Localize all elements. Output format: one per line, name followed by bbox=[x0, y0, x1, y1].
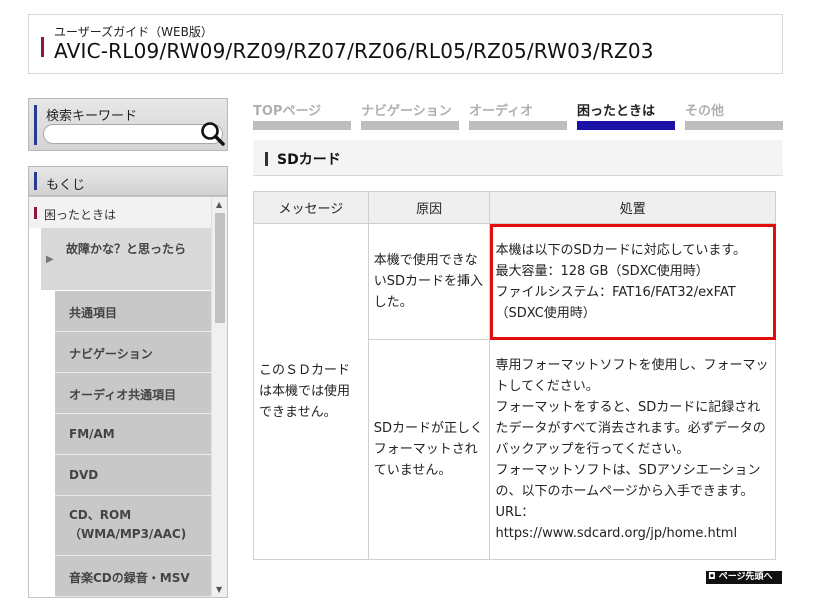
table-header-row: メッセージ 原因 処置 bbox=[253, 191, 776, 224]
tab-troubleshooting[interactable]: 困ったときは bbox=[577, 98, 675, 130]
toc-item-navigation[interactable]: ナビゲーション bbox=[55, 332, 213, 373]
tab-troubleshooting-label: 困ったときは bbox=[577, 104, 656, 119]
scroll-down-icon[interactable]: ▼ bbox=[216, 585, 222, 594]
action-line: フォーマットソフトは、SDアソシエーションの、以下のホームページから入手できます… bbox=[495, 463, 761, 499]
toc-accent-bar bbox=[34, 172, 37, 190]
page-top-button[interactable]: ◘ ページ先頭へ bbox=[706, 571, 782, 584]
search-label: 検索キーワード bbox=[46, 109, 138, 124]
section-accent-bar bbox=[265, 152, 268, 166]
toc-subcategory[interactable]: ▶ 故障かな？と思ったら bbox=[41, 228, 213, 290]
toc-item-audio-common[interactable]: オーディオ共通項目 bbox=[55, 373, 213, 414]
toc-item-cd-rom[interactable]: CD、ROM（WMA/MP3/AAC) bbox=[55, 496, 213, 556]
scroll-up-icon[interactable]: ▲ bbox=[216, 200, 222, 209]
action-line: 専用フォーマットソフトを使用し、フォーマットしてください。 bbox=[495, 358, 769, 394]
section-title: SDカード bbox=[277, 152, 341, 168]
toc-subcategory-label: 故障かな？と思ったら bbox=[66, 242, 187, 256]
action-cell: 専用フォーマットソフトを使用し、フォーマットしてください。 フォーマットをすると… bbox=[489, 339, 776, 560]
sd-card-table: メッセージ 原因 処置 このＳＤカードは本機では使用できません。 本機で使用でき… bbox=[253, 191, 776, 560]
header-subtitle: ユーザーズガイド（WEB版） bbox=[54, 25, 213, 39]
tab-top[interactable]: TOPページ bbox=[253, 98, 351, 130]
page-header: ユーザーズガイド（WEB版） AVIC-RL09/RW09/RZ09/RZ07/… bbox=[28, 14, 783, 74]
header-cause: 原因 bbox=[367, 191, 491, 224]
expand-arrow-icon: ▶ bbox=[46, 254, 54, 265]
toc-item-list: 共通項目 ナビゲーション オーディオ共通項目 FM/AM DVD CD、ROM（… bbox=[55, 291, 213, 597]
toc-title: もくじ bbox=[46, 178, 86, 193]
tab-top-underline bbox=[253, 121, 351, 130]
toc-scrollbar[interactable]: ▲ ▼ bbox=[211, 197, 227, 597]
action-line: 最大容量：128 GB（SDXC使用時） bbox=[495, 263, 709, 279]
action-line: ファイルシステム：FAT16/FAT32/exFAT（SDXC使用時） bbox=[495, 284, 736, 321]
magnifier-icon[interactable] bbox=[200, 121, 226, 147]
tab-navigation[interactable]: ナビゲーション bbox=[361, 98, 459, 130]
tab-navigation-label: ナビゲーション bbox=[361, 104, 452, 119]
action-line: URL： bbox=[495, 505, 535, 520]
toc-item-dvd[interactable]: DVD bbox=[55, 455, 213, 496]
toc-category[interactable]: 困ったときは bbox=[29, 197, 213, 228]
toc-category-bar bbox=[34, 207, 37, 219]
tab-audio[interactable]: オーディオ bbox=[469, 98, 567, 130]
cause-cell: 本機で使用できないSDカードを挿入した。 bbox=[367, 223, 491, 340]
page-top-label: ページ先頭へ bbox=[718, 572, 773, 582]
action-line: 本機は以下のSDカードに対応しています。 bbox=[495, 242, 747, 258]
tab-troubleshooting-underline bbox=[577, 121, 675, 130]
sdcard-url-link[interactable]: https://www.sdcard.org/jp/home.html bbox=[495, 523, 770, 544]
toc-item-common[interactable]: 共通項目 bbox=[55, 291, 213, 332]
action-line: フォーマットをすると、SDカードに記録されたデータがすべて消去されます。必ずデー… bbox=[495, 400, 766, 457]
main-tabs: TOPページ ナビゲーション オーディオ 困ったときは その他 bbox=[253, 98, 783, 130]
header-accent-bar bbox=[41, 37, 44, 57]
tab-audio-label: オーディオ bbox=[469, 104, 534, 119]
tab-other-label: その他 bbox=[685, 104, 725, 119]
toc-category-label: 困ったときは bbox=[44, 208, 117, 222]
cause-cell: SDカードが正しくフォーマットされていません。 bbox=[367, 339, 491, 560]
page-top-arrow-icon: ◘ bbox=[708, 572, 716, 582]
toc-item-music-cd-recording[interactable]: 音楽CDの録音・MSV bbox=[55, 556, 213, 597]
search-input[interactable] bbox=[43, 124, 223, 144]
header-message: メッセージ bbox=[253, 191, 369, 224]
toc-item-fm-am[interactable]: FM/AM bbox=[55, 414, 213, 455]
header-action: 処置 bbox=[489, 191, 776, 224]
tab-navigation-underline bbox=[361, 121, 459, 130]
toc-panel: 困ったときは ▶ 故障かな？と思ったら 共通項目 ナビゲーション オーディオ共通… bbox=[28, 196, 228, 598]
tab-other[interactable]: その他 bbox=[685, 98, 783, 130]
toc-header: もくじ bbox=[28, 166, 228, 196]
search-accent-bar bbox=[34, 105, 37, 145]
search-panel: 検索キーワード bbox=[28, 98, 228, 151]
tab-other-underline bbox=[685, 121, 783, 130]
scrollbar-thumb[interactable] bbox=[215, 213, 225, 323]
header-model-title: AVIC-RL09/RW09/RZ09/RZ07/RZ06/RL05/RZ05/… bbox=[54, 39, 654, 63]
tab-audio-underline bbox=[469, 121, 567, 130]
section-header: SDカード bbox=[253, 140, 783, 176]
message-cell: このＳＤカードは本機では使用できません。 bbox=[253, 223, 369, 560]
action-cell-highlighted: 本機は以下のSDカードに対応しています。 最大容量：128 GB（SDXC使用時… bbox=[489, 223, 776, 340]
tab-top-label: TOPページ bbox=[253, 104, 322, 119]
table-row: このＳＤカードは本機では使用できません。 本機で使用できないSDカードを挿入した… bbox=[253, 223, 776, 560]
